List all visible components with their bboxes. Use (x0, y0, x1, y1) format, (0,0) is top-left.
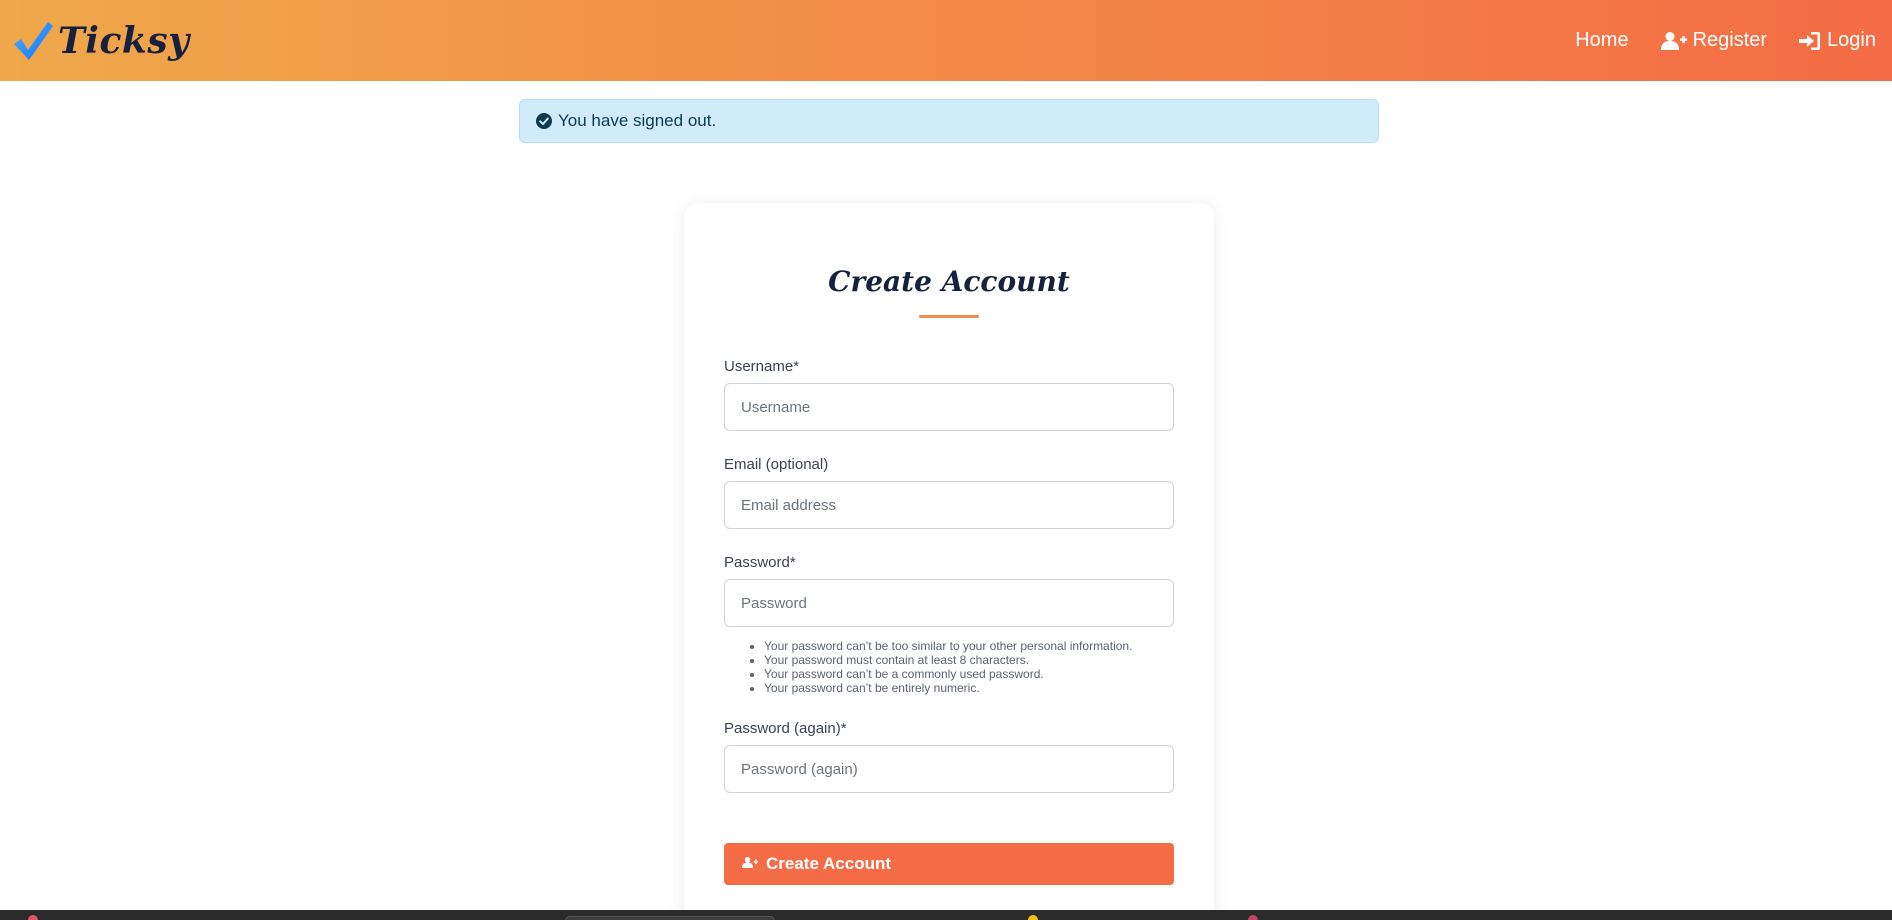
nav-register-label: Register (1692, 29, 1768, 51)
password-input[interactable] (724, 579, 1174, 627)
check-circle-icon (536, 113, 552, 129)
taskbar-app-icon[interactable] (1028, 915, 1038, 920)
create-account-card: Create Account Username* Email (optional… (684, 203, 1214, 920)
password-help-item: Your password can’t be a commonly used p… (764, 667, 1184, 681)
signed-out-alert: You have signed out. (519, 99, 1379, 143)
password-again-label: Password (again)* (724, 720, 847, 737)
nav-home-label: Home (1575, 29, 1629, 51)
email-label: Email (optional) (724, 456, 829, 473)
username-label: Username* (724, 358, 800, 375)
nav-login-label: Login (1827, 29, 1876, 51)
email-input[interactable] (724, 481, 1174, 529)
password-help-list: Your password can’t be too similar to yo… (764, 639, 1184, 695)
create-account-button-label: Create Account (766, 854, 892, 873)
brand-name: Ticksy (58, 19, 190, 62)
top-navbar: Ticksy Home Register Login (0, 0, 1892, 81)
nav-links: Home Register Login (1575, 29, 1880, 52)
sign-in-icon (1799, 31, 1821, 51)
checkmark-icon (12, 18, 54, 64)
page-title: Create Account (828, 265, 1070, 298)
nav-register-link[interactable]: Register (1660, 29, 1768, 52)
user-plus-icon (742, 854, 758, 874)
password-help-item: Your password must contain at least 8 ch… (764, 653, 1184, 667)
taskbar-search-box[interactable] (565, 916, 775, 920)
password-again-input[interactable] (724, 745, 1174, 793)
taskbar-app-icon[interactable] (1248, 915, 1258, 920)
password-help-item: Your password can’t be too similar to yo… (764, 639, 1184, 653)
username-input[interactable] (724, 383, 1174, 431)
taskbar-app-icon[interactable] (28, 915, 38, 920)
nav-home-link[interactable]: Home (1575, 29, 1628, 52)
os-taskbar (0, 910, 1892, 920)
password-help-item: Your password can’t be entirely numeric. (764, 681, 1184, 695)
title-underline (919, 315, 979, 318)
alert-message: You have signed out. (558, 111, 717, 130)
user-plus-icon (1660, 31, 1687, 51)
brand-logo[interactable]: Ticksy (12, 18, 190, 64)
nav-login-link[interactable]: Login (1799, 29, 1876, 52)
password-label: Password* (724, 554, 796, 571)
create-account-button[interactable]: Create Account (724, 843, 1174, 885)
